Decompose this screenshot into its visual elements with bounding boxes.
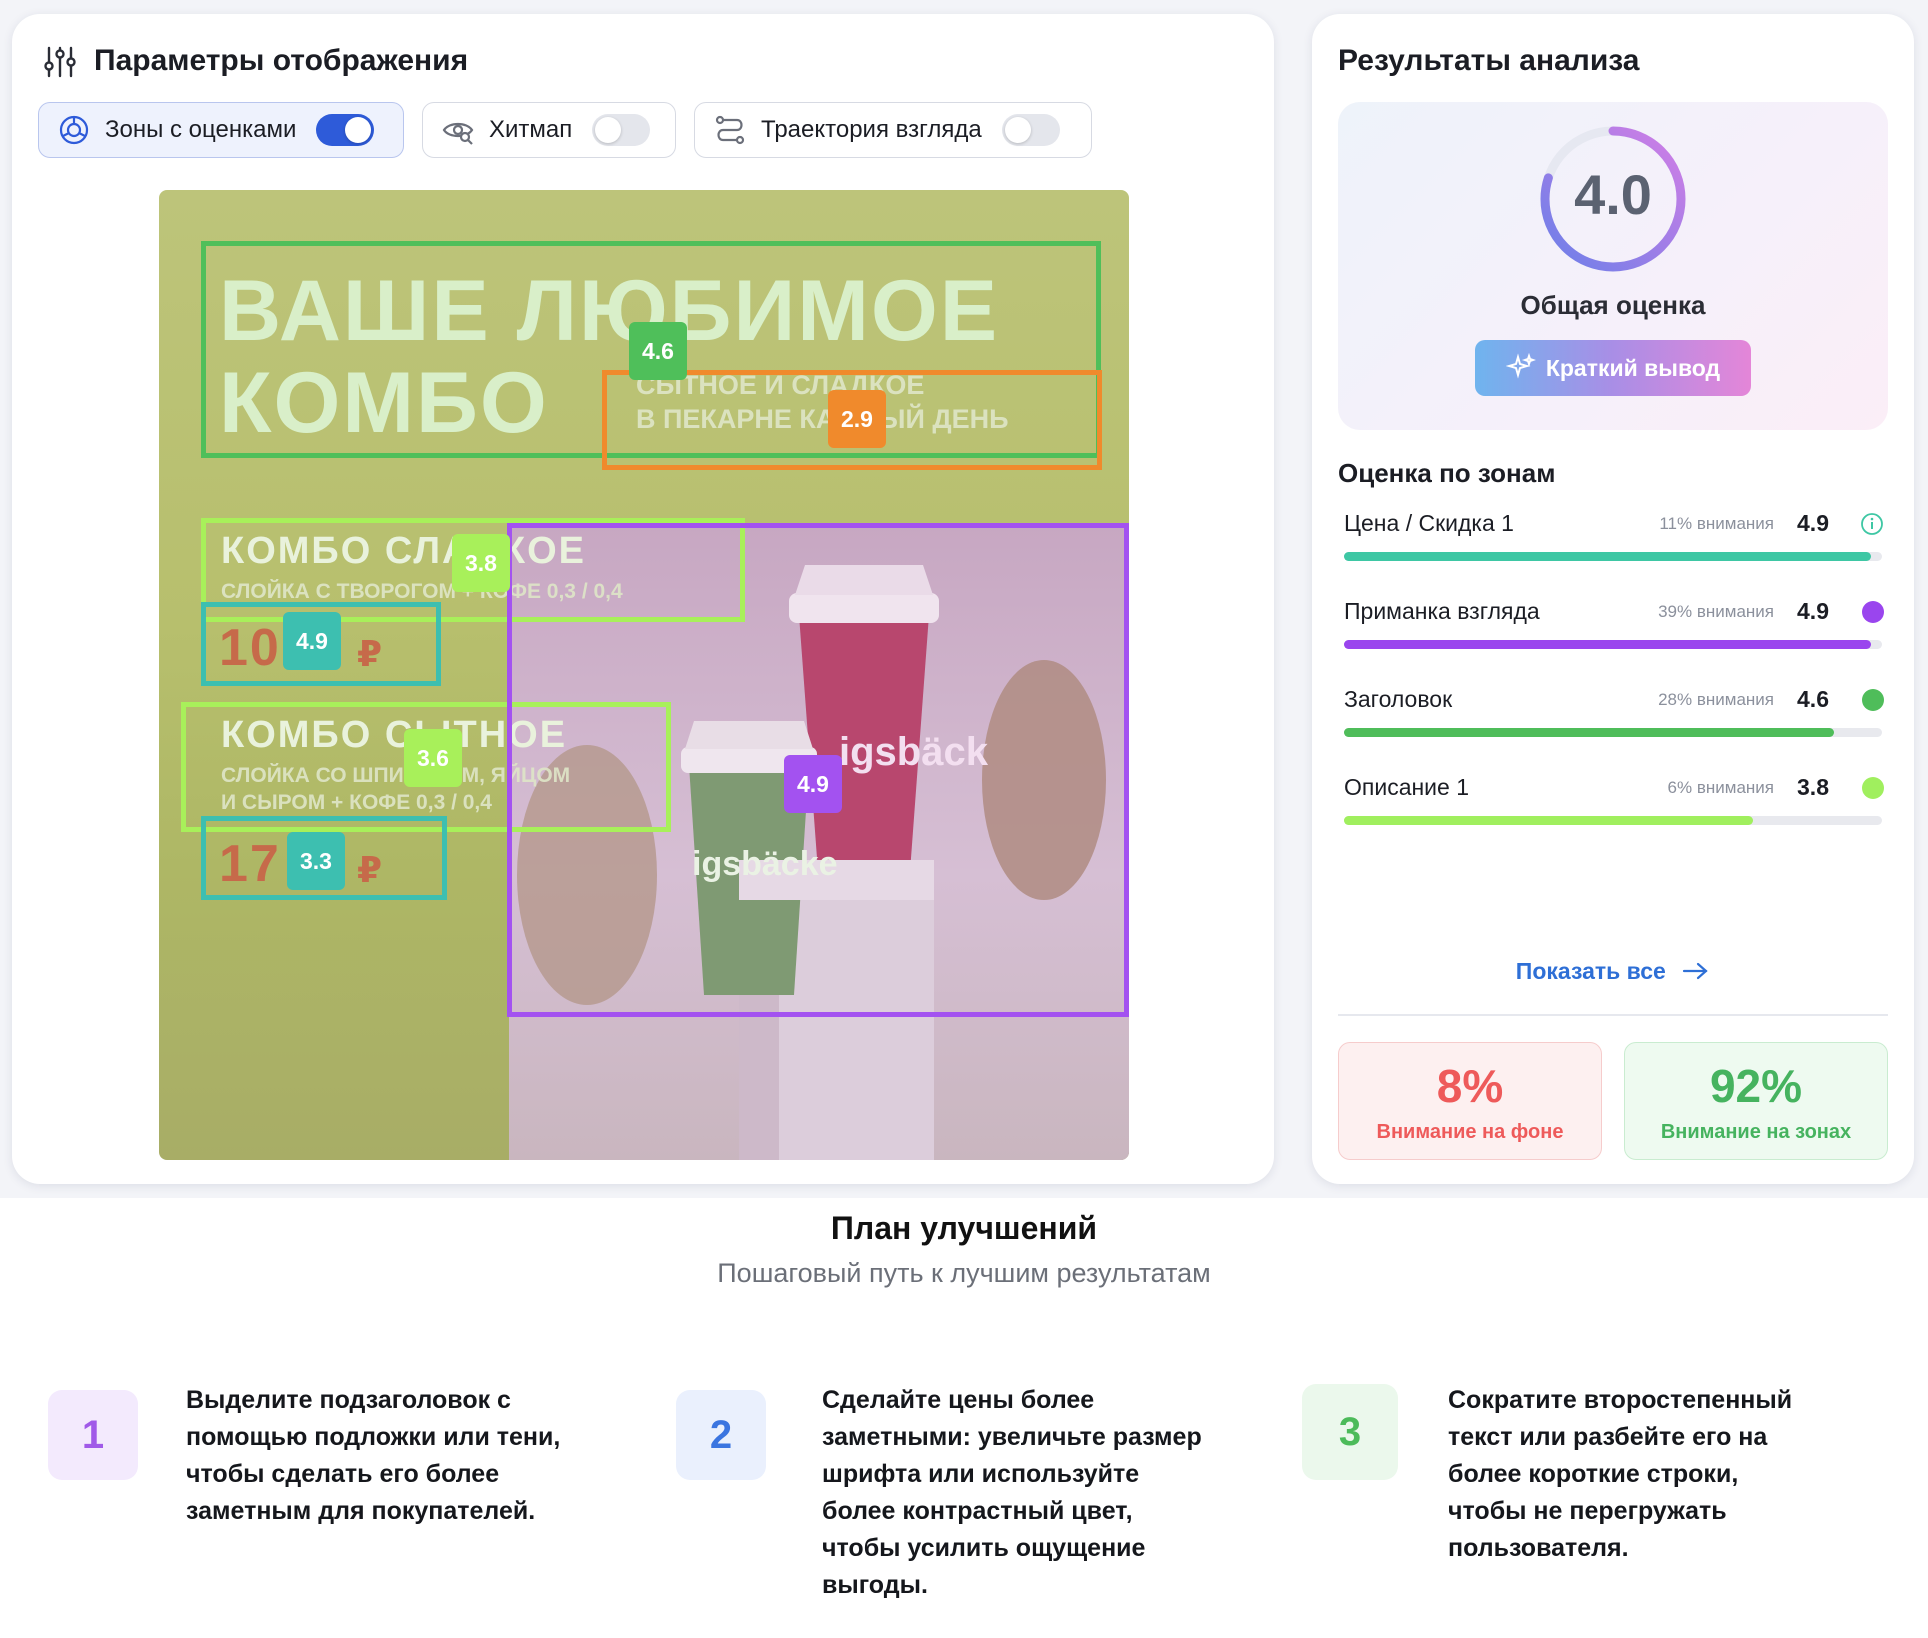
zones-switch[interactable] xyxy=(316,114,375,146)
zone-bar-fill xyxy=(1344,640,1872,649)
plan-title: План улучшений xyxy=(830,1210,1098,1246)
summary-button-label: Краткий вывод xyxy=(1545,354,1721,381)
analysis-results-card: Результаты анализа 4.0 Общая оценка Крат… xyxy=(1312,14,1914,1184)
trajectory-icon xyxy=(715,115,745,145)
toggle-heatmap-label: Хитмап xyxy=(489,116,573,143)
zone-score: 4.9 xyxy=(1797,598,1829,624)
show-all-label: Показать все xyxy=(1515,958,1666,984)
stat-label: Внимание на зонах xyxy=(1660,1120,1852,1143)
eye-heatmap-icon xyxy=(442,122,474,145)
overall-score: 4.0 xyxy=(1574,163,1652,226)
trajectory-switch[interactable] xyxy=(1001,114,1060,146)
zone-bar-track xyxy=(1344,552,1882,561)
toggle-trajectory[interactable]: Траектория взгляда xyxy=(694,102,1092,158)
zone-color-dot xyxy=(1862,689,1884,711)
overall-score-panel: 4.0 Общая оценка Краткий вывод xyxy=(1338,102,1888,430)
zone-score-row[interactable]: Заголовок 28% внимания 4.6 xyxy=(1344,686,1884,750)
zone-attention: 39% внимания xyxy=(1658,602,1774,621)
zone-name: Приманка взгляда xyxy=(1344,598,1540,624)
divider xyxy=(1338,1014,1888,1016)
step-text: Сократите второстепенный текст или разбей… xyxy=(1448,1386,1793,1562)
zone-attention: 28% внимания xyxy=(1658,690,1774,709)
zone-score: 3.8 xyxy=(1797,774,1829,800)
step-number: 3 xyxy=(1302,1384,1398,1480)
zone-bar-fill xyxy=(1344,728,1834,737)
summary-button[interactable]: Краткий вывод xyxy=(1475,340,1751,396)
zone-score-row[interactable]: Цена / Скидка 1 11% внимания 4.9 xyxy=(1344,510,1884,574)
zone-bar-track xyxy=(1344,640,1882,649)
step-text: Выделите подзаголовок с помощью подложки … xyxy=(186,1386,561,1525)
analyzed-poster: igsbäck igsbäcke ВАШЕ ЛЮБИМОЕ КОМБО СЫТН… xyxy=(159,190,1129,1160)
zone-score: 4.6 xyxy=(1797,686,1829,712)
display-params-title: Параметры отображения xyxy=(94,44,469,77)
zone-color-dot xyxy=(1862,601,1884,623)
zone-score-row[interactable]: Описание 1 6% внимания 3.8 xyxy=(1344,774,1884,838)
step-number: 1 xyxy=(48,1390,138,1480)
zone-bar-fill xyxy=(1344,816,1753,825)
heatmap-switch[interactable] xyxy=(592,114,651,146)
badge-combo2: 3.6 xyxy=(404,729,462,787)
zones-attention-stat: 92% Внимание на зонах xyxy=(1624,1042,1888,1160)
stat-value: 8% xyxy=(1436,1059,1504,1112)
arrow-right-icon xyxy=(1683,962,1708,980)
sparkle-icon xyxy=(1505,353,1536,379)
zone-attention: 6% внимания xyxy=(1667,778,1774,797)
zone-score-row[interactable]: Приманка взгляда 39% внимания 4.9 xyxy=(1344,598,1884,662)
zone-attention: 11% внимания xyxy=(1659,514,1774,533)
step-number: 2 xyxy=(676,1390,766,1480)
zone-bar-fill xyxy=(1344,552,1872,561)
target-zones-icon xyxy=(59,115,89,145)
badge-price1: 4.9 xyxy=(283,612,341,670)
badge-photo: 4.9 xyxy=(784,755,842,813)
display-params-card: Параметры отображения Зоны с оценками Хи… xyxy=(12,14,1274,1184)
toggle-heatmap[interactable]: Хитмап xyxy=(422,102,676,158)
zone-score: 4.9 xyxy=(1797,510,1829,536)
toggle-zones[interactable]: Зоны с оценками xyxy=(38,102,404,158)
badge-price2: 3.3 xyxy=(287,832,345,890)
show-all-link[interactable]: Показать все xyxy=(1312,958,1914,985)
stat-value: 92% xyxy=(1709,1059,1803,1112)
badge-combo1: 3.8 xyxy=(452,534,510,592)
overall-score-label: Общая оценка xyxy=(1520,290,1706,320)
badge-headline: 4.6 xyxy=(629,322,687,380)
zone-color-dot xyxy=(1862,777,1884,799)
step-text: Сделайте цены более заметными: увеличьте … xyxy=(822,1386,1202,1599)
zone-name: Заголовок xyxy=(1344,686,1453,712)
badge-subheadline: 2.9 xyxy=(828,390,886,448)
sliders-icon xyxy=(44,46,76,78)
stat-label: Внимание на фоне xyxy=(1376,1120,1564,1143)
zone-bar-track xyxy=(1344,728,1882,737)
info-icon[interactable] xyxy=(1860,512,1884,536)
plan-subtitle: Пошаговый путь к лучшим результатам xyxy=(717,1258,1211,1288)
toggle-trajectory-label: Траектория взгляда xyxy=(761,116,982,143)
zone-name: Описание 1 xyxy=(1344,774,1470,800)
results-title: Результаты анализа xyxy=(1338,44,1640,77)
toggle-zones-label: Зоны с оценками xyxy=(105,116,297,143)
zones-title: Оценка по зонам xyxy=(1338,458,1556,488)
background-attention-stat: 8% Внимание на фоне xyxy=(1338,1042,1602,1160)
zone-name: Цена / Скидка 1 xyxy=(1344,510,1514,536)
zone-bar-track xyxy=(1344,816,1882,825)
